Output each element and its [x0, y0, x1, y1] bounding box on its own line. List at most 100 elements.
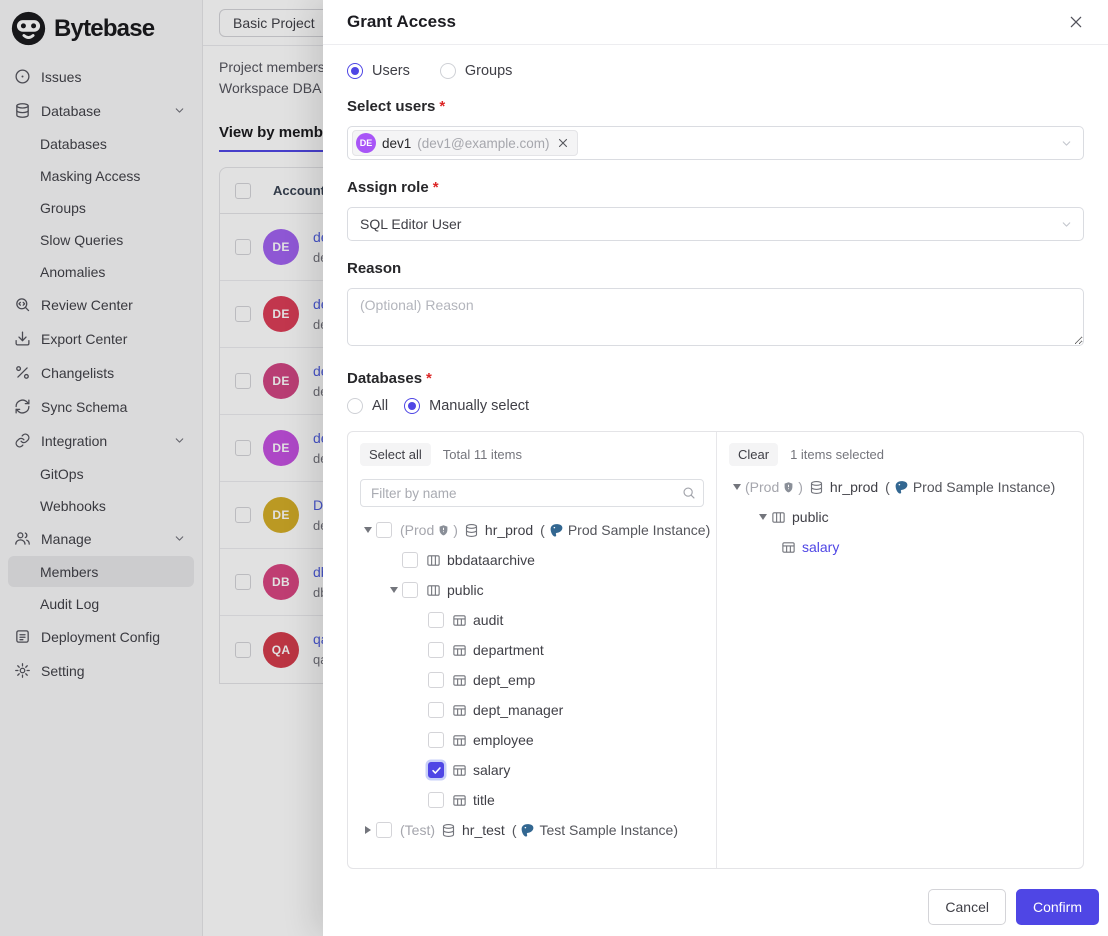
tree-row-hr-test[interactable]: (Test) hr_test (Test Sample Instance)	[360, 815, 704, 845]
chip-avatar: DE	[356, 133, 376, 153]
collapse-caret-icon[interactable]	[360, 522, 376, 538]
selected-tree: (Prod) hr_prod (Prod Sample Instance) pu…	[729, 472, 1071, 562]
tree-row-public[interactable]: public	[360, 575, 704, 605]
expand-caret-icon[interactable]	[360, 822, 376, 838]
collapse-caret-icon[interactable]	[729, 479, 745, 495]
selected-row-salary[interactable]: salary	[729, 532, 1071, 562]
bytebase-app: Bytebase Issues Database Databases Maski…	[0, 0, 1108, 936]
users-radio-label: Users	[372, 63, 410, 79]
users-radio[interactable]	[347, 63, 363, 79]
schema-icon	[426, 553, 441, 568]
caret-slot	[412, 762, 428, 778]
employee-checkbox[interactable]	[428, 732, 444, 748]
database-icon	[809, 480, 824, 495]
collapse-caret-icon[interactable]	[755, 509, 771, 525]
reason-label: Reason	[347, 260, 1084, 277]
role-select-value: SQL Editor User	[360, 216, 461, 232]
search-icon	[682, 486, 696, 500]
hr-test-checkbox[interactable]	[376, 822, 392, 838]
postgres-icon	[894, 480, 909, 495]
selected-row-public[interactable]: public	[729, 502, 1071, 532]
total-items-label: Total 11 items	[443, 447, 522, 462]
database-icon	[464, 523, 479, 538]
selected-user-chip: DE dev1 (dev1@example.com)	[352, 130, 578, 156]
reason-textarea[interactable]	[347, 288, 1084, 346]
manually-select-radio-label: Manually select	[429, 398, 529, 414]
table-icon	[452, 763, 467, 778]
tree-row-department[interactable]: department	[360, 635, 704, 665]
table-icon	[452, 613, 467, 628]
member-type-radio-group: Users Groups	[347, 63, 1084, 79]
salary-checkbox[interactable]	[428, 762, 444, 778]
table-icon	[452, 673, 467, 688]
database-name: hr_prod	[485, 522, 533, 538]
select-all-button[interactable]: Select all	[360, 443, 431, 466]
table-icon	[452, 733, 467, 748]
database-icon	[441, 823, 456, 838]
clear-button[interactable]: Clear	[729, 443, 778, 466]
prod-shield-icon	[782, 481, 795, 494]
tree-row-employee[interactable]: employee	[360, 725, 704, 755]
select-users-label: Select users*	[347, 98, 1084, 115]
filter-by-name-input[interactable]	[360, 479, 704, 507]
chevron-down-icon	[1060, 218, 1073, 231]
confirm-button[interactable]: Confirm	[1016, 889, 1099, 925]
tree-row-hr-prod[interactable]: (Prod) hr_prod (Prod Sample Instance)	[360, 515, 704, 545]
selected-table-name: salary	[802, 539, 839, 555]
items-selected-label: 1 items selected	[790, 447, 884, 462]
databases-label: Databases*	[347, 370, 1084, 387]
tree-row-audit[interactable]: audit	[360, 605, 704, 635]
public-checkbox[interactable]	[402, 582, 418, 598]
postgres-icon	[520, 823, 535, 838]
close-icon[interactable]	[1068, 14, 1084, 30]
table-icon	[781, 540, 796, 555]
audit-checkbox[interactable]	[428, 612, 444, 628]
filter-field	[360, 479, 704, 507]
all-databases-radio[interactable]	[347, 398, 363, 414]
dept-manager-checkbox[interactable]	[428, 702, 444, 718]
required-asterisk: *	[426, 370, 432, 387]
groups-radio-label: Groups	[465, 63, 513, 79]
all-radio-label: All	[372, 398, 388, 414]
tree-row-bbdataarchive[interactable]: bbdataarchive	[360, 545, 704, 575]
table-icon	[452, 703, 467, 718]
caret-slot	[412, 612, 428, 628]
chevron-down-icon	[1060, 137, 1073, 150]
role-select[interactable]: SQL Editor User	[347, 207, 1084, 241]
bbdataarchive-checkbox[interactable]	[402, 552, 418, 568]
dept-emp-checkbox[interactable]	[428, 672, 444, 688]
required-asterisk: *	[439, 98, 445, 115]
manually-select-radio[interactable]	[404, 398, 420, 414]
table-icon	[452, 793, 467, 808]
hr-prod-checkbox[interactable]	[376, 522, 392, 538]
tree-row-dept-manager[interactable]: dept_manager	[360, 695, 704, 725]
grant-access-modal: Grant Access Users Groups Select users* …	[323, 0, 1108, 936]
database-name: hr_test	[462, 822, 505, 838]
table-name: salary	[473, 762, 510, 778]
table-name: employee	[473, 732, 534, 748]
tree-selected-panel: Clear 1 items selected (Prod) hr_prod (P…	[717, 432, 1083, 868]
tree-row-salary[interactable]: salary	[360, 755, 704, 785]
department-checkbox[interactable]	[428, 642, 444, 658]
table-name: dept_manager	[473, 702, 563, 718]
selected-row-hr-prod[interactable]: (Prod) hr_prod (Prod Sample Instance)	[729, 472, 1071, 502]
tree-row-title[interactable]: title	[360, 785, 704, 815]
schema-icon	[771, 510, 786, 525]
select-users-input[interactable]: DE dev1 (dev1@example.com)	[347, 126, 1084, 160]
database-tree-panel: Select all Total 11 items (Prod)	[347, 431, 1084, 869]
groups-radio[interactable]	[440, 63, 456, 79]
postgres-icon	[549, 523, 564, 538]
prod-shield-icon	[437, 524, 450, 537]
table-name: title	[473, 792, 495, 808]
caret-slot	[412, 672, 428, 688]
schema-name: bbdataarchive	[447, 552, 535, 568]
tree-source-panel: Select all Total 11 items (Prod)	[348, 432, 717, 868]
cancel-button[interactable]: Cancel	[928, 889, 1006, 925]
collapse-caret-icon[interactable]	[386, 582, 402, 598]
remove-chip-icon[interactable]	[557, 137, 569, 149]
tree-row-dept-emp[interactable]: dept_emp	[360, 665, 704, 695]
caret-slot	[412, 792, 428, 808]
title-checkbox[interactable]	[428, 792, 444, 808]
schema-name: public	[447, 582, 484, 598]
schema-name: public	[792, 509, 829, 525]
